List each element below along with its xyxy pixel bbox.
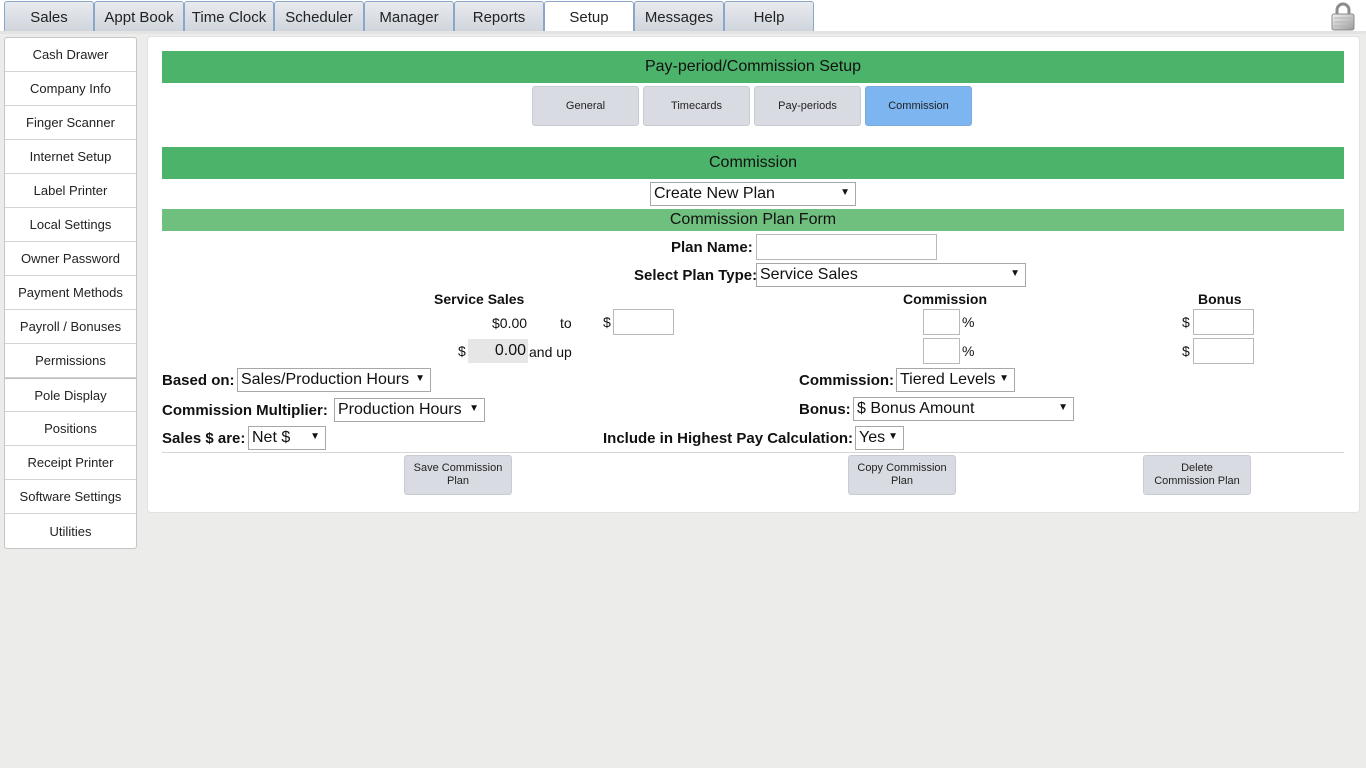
tier2-commission-input[interactable] bbox=[923, 338, 960, 364]
tier2-bonus-input[interactable] bbox=[1193, 338, 1254, 364]
sidebar-item-payroll-bonuses[interactable]: Payroll / Bonuses bbox=[5, 310, 136, 344]
plan-name-label: Plan Name: bbox=[671, 239, 753, 256]
tab-scheduler[interactable]: Scheduler bbox=[274, 1, 364, 32]
highest-pay-value: Yes bbox=[859, 429, 886, 446]
tier1-commission-input[interactable] bbox=[923, 309, 960, 335]
multiplier-value: Production Hours bbox=[338, 401, 462, 418]
sidebar-item-utilities[interactable]: Utilities bbox=[5, 514, 136, 548]
col-bonus: Bonus bbox=[1198, 291, 1242, 307]
sidebar-item-owner-password[interactable]: Owner Password bbox=[5, 242, 136, 276]
sidebar-item-software-settings[interactable]: Software Settings bbox=[5, 480, 136, 514]
form-divider bbox=[162, 452, 1344, 453]
sidebar-item-company-info[interactable]: Company Info bbox=[5, 72, 136, 106]
sales-are-select[interactable]: Net $ ▼ bbox=[248, 426, 326, 450]
tier1-to-label: to bbox=[560, 315, 572, 331]
subtabs: General Timecards Pay-periods Commission bbox=[532, 86, 972, 126]
highest-pay-label: Include in Highest Pay Calculation: bbox=[603, 430, 854, 447]
plan-select[interactable]: Create New Plan ▼ bbox=[650, 182, 856, 206]
based-on-label: Based on: bbox=[162, 372, 235, 389]
tier1-from-value: $0.00 bbox=[492, 315, 528, 331]
chevron-down-icon: ▼ bbox=[469, 403, 479, 414]
commission-type-select[interactable]: Tiered Levels ▼ bbox=[896, 368, 1015, 392]
tier2-bonus-dollar-sign: $ bbox=[1182, 343, 1190, 359]
chevron-down-icon: ▼ bbox=[415, 373, 425, 384]
subtab-pay-periods[interactable]: Pay-periods bbox=[754, 86, 861, 126]
setup-sidebar: Cash Drawer Company Info Finger Scanner … bbox=[4, 37, 137, 549]
chevron-down-icon: ▼ bbox=[840, 187, 850, 198]
plan-select-value: Create New Plan bbox=[654, 185, 775, 202]
copy-commission-plan-button[interactable]: Copy Commission Plan bbox=[848, 455, 956, 495]
commission-header: Commission bbox=[162, 147, 1344, 179]
tier2-and-up: and up bbox=[529, 344, 572, 360]
tab-manager[interactable]: Manager bbox=[364, 1, 454, 32]
multiplier-label: Commission Multiplier: bbox=[162, 402, 328, 419]
bonus-type-label: Bonus: bbox=[799, 401, 851, 418]
col-commission: Commission bbox=[903, 291, 988, 307]
plan-name-input[interactable] bbox=[756, 234, 937, 260]
tab-messages[interactable]: Messages bbox=[634, 1, 724, 32]
sidebar-item-permissions[interactable]: Permissions bbox=[5, 344, 136, 378]
tab-time-clock[interactable]: Time Clock bbox=[184, 1, 274, 32]
plan-type-value: Service Sales bbox=[760, 266, 858, 283]
commission-type-value: Tiered Levels bbox=[900, 371, 996, 388]
bonus-type-value: $ Bonus Amount bbox=[857, 400, 975, 417]
chevron-down-icon: ▼ bbox=[999, 373, 1009, 384]
tab-help[interactable]: Help bbox=[724, 1, 814, 32]
bonus-type-select[interactable]: $ Bonus Amount ▼ bbox=[853, 397, 1074, 421]
sidebar-item-internet-setup[interactable]: Internet Setup bbox=[5, 140, 136, 174]
tier1-bonus-dollar-sign: $ bbox=[1182, 314, 1190, 330]
sidebar-item-payment-methods[interactable]: Payment Methods bbox=[5, 276, 136, 310]
chevron-down-icon: ▼ bbox=[1010, 268, 1020, 279]
tier1-percent-sign: % bbox=[962, 314, 975, 330]
tier1-to-input[interactable] bbox=[613, 309, 674, 335]
sidebar-item-pole-display[interactable]: Pole Display bbox=[5, 378, 136, 412]
tier1-dollar-sign: $ bbox=[603, 314, 611, 330]
top-nav-bar: Sales Appt Book Time Clock Scheduler Man… bbox=[0, 0, 1366, 34]
subtab-commission[interactable]: Commission bbox=[865, 86, 972, 126]
tab-appt-book[interactable]: Appt Book bbox=[94, 1, 184, 32]
tier1-bonus-input[interactable] bbox=[1193, 309, 1254, 335]
sales-are-label: Sales $ are: bbox=[162, 430, 246, 447]
col-service-sales: Service Sales bbox=[434, 291, 525, 307]
plan-type-select[interactable]: Service Sales ▼ bbox=[756, 263, 1026, 287]
sales-are-value: Net $ bbox=[252, 429, 291, 446]
chevron-down-icon: ▼ bbox=[310, 431, 320, 442]
highest-pay-select[interactable]: Yes ▼ bbox=[855, 426, 904, 450]
plan-type-label: Select Plan Type: bbox=[634, 267, 758, 284]
tab-reports[interactable]: Reports bbox=[454, 1, 544, 32]
nav-divider bbox=[0, 31, 1366, 34]
tier2-percent-sign: % bbox=[962, 343, 975, 359]
sidebar-item-receipt-printer[interactable]: Receipt Printer bbox=[5, 446, 136, 480]
chevron-down-icon: ▼ bbox=[888, 431, 898, 442]
sidebar-item-label-printer[interactable]: Label Printer bbox=[5, 174, 136, 208]
chevron-down-icon: ▼ bbox=[1058, 402, 1068, 413]
top-tabs: Sales Appt Book Time Clock Scheduler Man… bbox=[4, 1, 814, 32]
subtab-general[interactable]: General bbox=[532, 86, 639, 126]
form-header: Commission Plan Form bbox=[162, 209, 1344, 231]
sidebar-item-finger-scanner[interactable]: Finger Scanner bbox=[5, 106, 136, 140]
save-commission-plan-button[interactable]: Save Commission Plan bbox=[404, 455, 512, 495]
tab-sales[interactable]: Sales bbox=[4, 1, 94, 32]
based-on-value: Sales/Production Hours bbox=[241, 371, 410, 388]
tab-setup[interactable]: Setup bbox=[544, 1, 634, 32]
sidebar-item-positions[interactable]: Positions bbox=[5, 412, 136, 446]
page-title: Pay-period/Commission Setup bbox=[162, 51, 1344, 83]
sidebar-item-cash-drawer[interactable]: Cash Drawer bbox=[5, 38, 136, 72]
commission-type-label: Commission: bbox=[799, 372, 895, 389]
lock-icon[interactable] bbox=[1331, 2, 1355, 31]
tier2-dollar-sign: $ bbox=[458, 343, 466, 359]
main-panel: Pay-period/Commission Setup General Time… bbox=[148, 37, 1359, 512]
sidebar-item-local-settings[interactable]: Local Settings bbox=[5, 208, 136, 242]
subtab-timecards[interactable]: Timecards bbox=[643, 86, 750, 126]
multiplier-select[interactable]: Production Hours ▼ bbox=[334, 398, 485, 422]
tier2-from-value: 0.00 bbox=[468, 339, 528, 363]
based-on-select[interactable]: Sales/Production Hours ▼ bbox=[237, 368, 431, 392]
delete-commission-plan-button[interactable]: Delete Commission Plan bbox=[1143, 455, 1251, 495]
